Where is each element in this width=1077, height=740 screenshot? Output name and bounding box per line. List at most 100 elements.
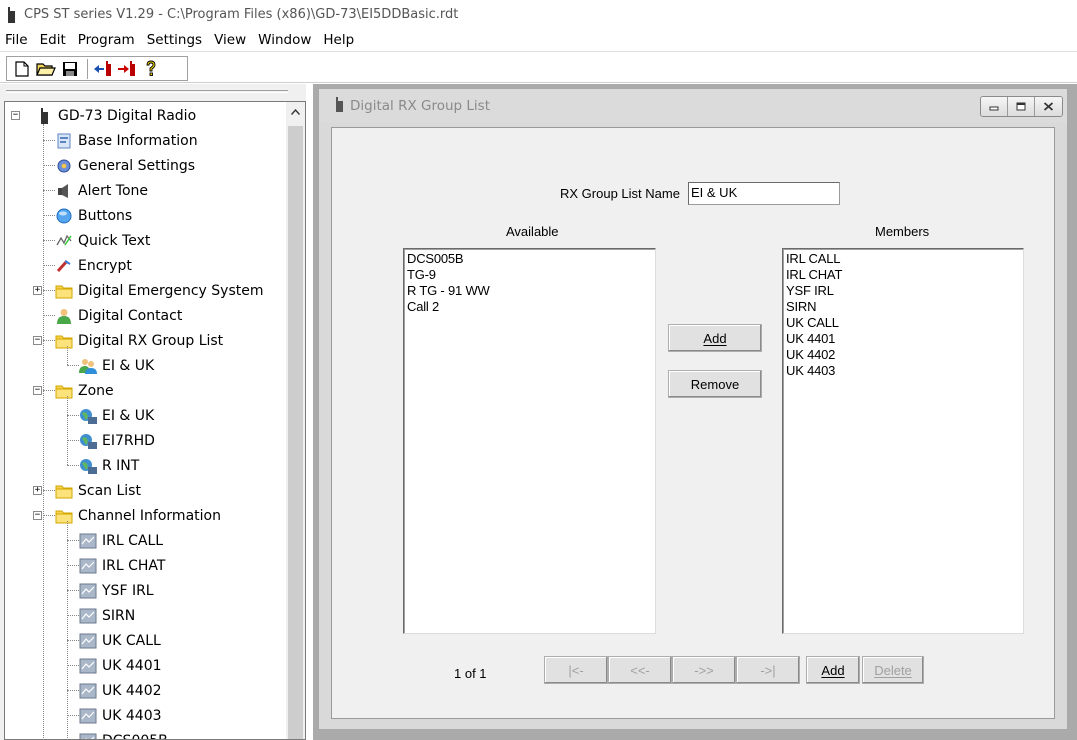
last-page-button[interactable]: ->| <box>736 656 800 684</box>
list-item[interactable]: UK 4401 <box>786 331 1020 347</box>
tree-item[interactable]: SIRN <box>79 603 135 628</box>
available-listbox[interactable]: DCS005B TG-9 R TG - 91 WW Call 2 <box>403 248 656 634</box>
help-icon[interactable] <box>140 59 162 79</box>
tree-item[interactable]: EI & UK <box>79 353 154 378</box>
tree-item-label: EI & UK <box>102 407 155 424</box>
panel-splitter-line <box>6 90 288 93</box>
collapse-minus-icon[interactable]: − <box>33 336 42 345</box>
read-radio-icon[interactable] <box>92 59 114 79</box>
add-member-label: Add <box>703 330 727 346</box>
tree-item[interactable]: Quick Text <box>55 228 150 253</box>
list-item[interactable]: YSF IRL <box>786 283 1020 299</box>
tree-item[interactable]: General Settings <box>55 153 195 178</box>
tree-connector <box>43 215 55 216</box>
tree-item-label: YSF IRL <box>102 582 154 599</box>
channel-icon <box>79 733 97 739</box>
channel-icon <box>79 533 97 549</box>
scroll-thumb[interactable] <box>288 126 303 739</box>
tree-item-label: UK 4401 <box>102 657 162 674</box>
zone-icon <box>79 433 97 449</box>
first-page-button[interactable]: |<- <box>544 656 608 684</box>
channel-icon <box>79 608 97 624</box>
tree-item[interactable]: IRL CALL <box>79 528 163 553</box>
menu-settings[interactable]: Settings <box>142 32 206 48</box>
tree-item[interactable]: Digital Contact <box>55 303 182 328</box>
tree-item[interactable]: GD-73 Digital Radio <box>35 103 196 128</box>
delete-group-button[interactable]: Delete <box>862 656 924 684</box>
first-page-label: |<- <box>568 662 584 678</box>
menu-view[interactable]: View <box>209 32 250 48</box>
list-item[interactable]: DCS005B <box>407 251 652 267</box>
toolbar <box>0 53 1077 83</box>
remove-member-button[interactable]: Remove <box>668 370 762 398</box>
list-item[interactable]: UK CALL <box>786 315 1020 331</box>
tree-item[interactable]: EI7RHD <box>79 428 155 453</box>
menu-edit[interactable]: Edit <box>35 32 70 48</box>
tree-item[interactable]: R INT <box>79 453 139 478</box>
list-item[interactable]: TG-9 <box>407 267 652 283</box>
open-folder-icon[interactable] <box>35 59 57 79</box>
tree-item[interactable]: Zone <box>55 378 114 403</box>
collapse-minus-icon[interactable]: − <box>11 111 20 120</box>
list-item[interactable]: R TG - 91 WW <box>407 283 652 299</box>
channel-icon <box>79 683 97 699</box>
tree-item[interactable]: IRL CHAT <box>79 553 165 578</box>
tree-item[interactable]: UK 4402 <box>79 678 162 703</box>
expand-plus-icon[interactable]: + <box>33 486 42 495</box>
tree-item[interactable]: Digital Emergency System <box>55 278 263 303</box>
child-window-radio-icon <box>335 97 344 115</box>
add-group-button[interactable]: Add <box>806 656 860 684</box>
gear-icon <box>55 158 73 174</box>
restore-icon[interactable] <box>1008 97 1035 116</box>
list-item[interactable]: IRL CHAT <box>786 267 1020 283</box>
tree-item[interactable]: UK CALL <box>79 628 161 653</box>
tree-item[interactable]: YSF IRL <box>79 578 154 603</box>
tree-connector <box>43 390 55 391</box>
menu-help[interactable]: Help <box>318 32 358 48</box>
next-page-button[interactable]: ->> <box>672 656 736 684</box>
expand-plus-icon[interactable]: + <box>33 286 42 295</box>
tree-item-label: Digital Contact <box>78 307 183 324</box>
collapse-minus-icon[interactable]: − <box>33 511 42 520</box>
rx-group-form: RX Group List Name EI & UK Available Mem… <box>331 127 1055 719</box>
menu-window[interactable]: Window <box>253 32 315 48</box>
tree-item[interactable]: UK 4401 <box>79 653 162 678</box>
tree-scrollbar[interactable] <box>286 102 305 739</box>
toolbar-group <box>6 56 188 81</box>
tree-item[interactable]: DCS005B <box>79 728 168 739</box>
list-item[interactable]: Call 2 <box>407 299 652 315</box>
tree-item-label: Digital RX Group List <box>78 332 224 349</box>
previous-page-label: <<- <box>630 662 650 678</box>
close-icon[interactable] <box>1035 97 1062 116</box>
tree-connector <box>43 190 55 191</box>
tree-item[interactable]: UK 4403 <box>79 703 162 728</box>
save-icon[interactable] <box>59 59 81 79</box>
previous-page-button[interactable]: <<- <box>608 656 672 684</box>
list-item[interactable]: SIRN <box>786 299 1020 315</box>
menu-program[interactable]: Program <box>73 32 139 48</box>
list-item[interactable]: UK 4403 <box>786 363 1020 379</box>
folder-icon <box>55 483 73 499</box>
tree-item[interactable]: Base Information <box>55 128 198 153</box>
tree-item[interactable]: Encrypt <box>55 253 132 278</box>
add-member-button[interactable]: Add <box>668 324 762 352</box>
tree-item[interactable]: Channel Information <box>55 503 221 528</box>
tree-item[interactable]: EI & UK <box>79 403 154 428</box>
list-item[interactable]: UK 4402 <box>786 347 1020 363</box>
write-radio-icon[interactable] <box>116 59 138 79</box>
minimize-icon[interactable] <box>981 97 1008 116</box>
list-item[interactable]: IRL CALL <box>786 251 1020 267</box>
new-file-icon[interactable] <box>11 59 33 79</box>
menu-file[interactable]: File <box>0 32 32 48</box>
child-window-titlebar[interactable]: Digital RX Group List <box>319 89 1067 123</box>
collapse-minus-icon[interactable]: − <box>33 386 42 395</box>
tree-item[interactable]: Scan List <box>55 478 141 503</box>
scroll-up-arrow-icon[interactable] <box>286 102 305 122</box>
rx-group-name-input[interactable]: EI & UK <box>688 182 840 205</box>
tree-item-label: SIRN <box>102 607 136 624</box>
tree-item[interactable]: Digital RX Group List <box>55 328 223 353</box>
members-listbox[interactable]: IRL CALL IRL CHAT YSF IRL SIRN UK CALL U… <box>782 248 1024 634</box>
tree-item[interactable]: Alert Tone <box>55 178 148 203</box>
tree-item[interactable]: Buttons <box>55 203 132 228</box>
tree-connector <box>67 690 79 691</box>
